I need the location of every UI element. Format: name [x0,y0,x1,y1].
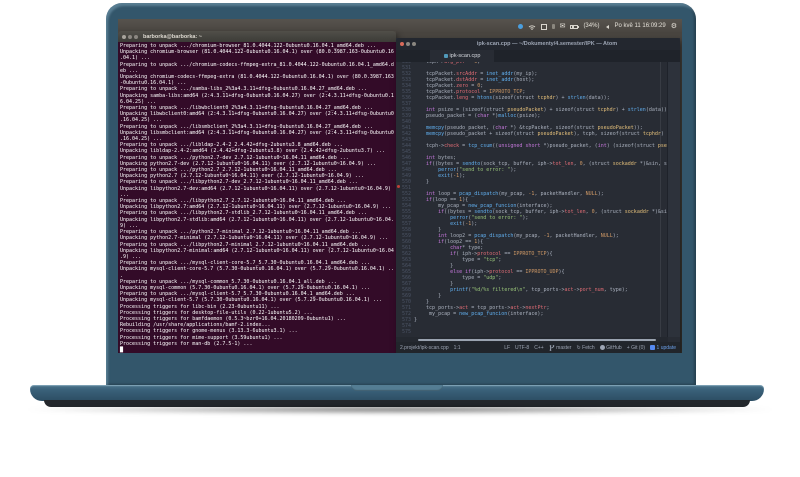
terminal-titlebar[interactable]: barborka@barborka: ~ [118,31,396,42]
cpp-file-icon [443,54,448,58]
code-line[interactable]: 542 memcpy(pseudo_packet + sizeof(struct… [396,131,680,137]
branch-icon [549,344,554,351]
status-file-path[interactable]: 2.projekt/ipk-scan.cpp [400,345,449,351]
battery-percent: (34%) [583,23,600,29]
terminal-line: Unpacking libldap-2.4-2:amd64 (2.4.42+df… [120,148,385,155]
code-line[interactable]: 575 [396,329,680,335]
status-language[interactable]: C++ [534,345,543,351]
update-icon [650,345,656,350]
status-branch[interactable]: master [549,344,571,351]
lid-notch [351,385,443,391]
status-encoding[interactable]: UTF-8 [515,345,529,351]
laptop-base [30,385,764,401]
desktop: ✉ (34%) Po kvě 11 16:09:29 ⚙ barborka@ba… [118,19,682,353]
session-gear-icon[interactable]: ⚙ [671,23,677,30]
terminal-minimize-button[interactable] [128,34,132,39]
terminal-line: Unpacking python2.7-minimal (2.7.12-1ubu… [120,235,388,242]
code-line[interactable]: 544 tcph->check = tcp_csum((unsigned sho… [396,143,680,149]
atom-status-bar: 2.projekt/ipk-scan.cpp 1:1 LF UTF-8 C++ … [396,342,680,353]
atom-tab-bar: ipk-scan.cpp [396,50,680,62]
wrap-guide [660,62,661,337]
status-fetch[interactable]: ↻ Fetch [576,345,594,351]
terminal-maximize-button[interactable] [134,34,138,39]
github-icon [599,345,605,350]
drop-shadow [28,405,772,414]
status-github[interactable]: GitHub [599,345,622,351]
terminal-title: barborka@barborka: ~ [143,33,203,40]
terminal-line: Preparing to unpack .../samba-libs_2%3a4… [120,86,367,93]
terminal-output[interactable]: Preparing to unpack .../chromium-browser… [118,42,396,353]
system-tray: ✉ (34%) Po kvě 11 16:09:29 ⚙ [517,21,677,32]
terminal-line: █ [120,346,124,353]
terminal-line: Unpacking libpython2.7-stdlib:amd64 (2.7… [120,216,394,223]
terminal-line: Unpacking libpython2.7-dev:amd64 (2.7.12… [120,185,391,192]
terminal-line: Unpacking mysql-client-core-5.7 (5.7.30-… [120,266,394,273]
keyboard-indicator-icon[interactable] [540,23,547,30]
terminal-line: Preparing to unpack .../libpython2.7-dev… [120,179,358,186]
terminal-line: Preparing to unpack .../chromium-codecs-… [120,61,394,68]
laptop-lid: ✉ (34%) Po kvě 11 16:09:29 ⚙ barborka@ba… [106,3,696,385]
atom-minimize-button[interactable] [406,42,410,46]
atom-title: ipk-scan.cpp — ~/Dokumenty/4.semester/IP… [476,41,618,47]
volume-icon[interactable] [604,24,610,29]
git-plus-icon: + [626,344,630,351]
laptop-mockup: ✉ (34%) Po kvě 11 16:09:29 ⚙ barborka@ba… [0,0,800,477]
mail-icon[interactable]: ✉ [560,23,566,30]
terminal-close-button[interactable] [122,34,126,39]
atom-maximize-button[interactable] [412,42,416,46]
terminal-line: Unpacking mysql-client-5.7 (5.7.30-0ubun… [120,297,382,304]
status-cursor-position[interactable]: 1:1 [454,345,461,351]
terminal-line: Preparing to unpack .../libpython2.7-min… [120,241,370,248]
code-editor[interactable]: 530 tcph->urg_ptr = 0; 531 532 tcpPacket.s… [396,62,680,337]
clock[interactable]: Po kvě 11 16:09:29 [614,21,665,32]
status-updates[interactable]: 1 update [650,345,676,351]
terminal-line: Unpacking libpython2.7-minimal:amd64 (2.… [120,247,394,254]
terminal-line: Unpacking samba-libs:amd64 (2:4.3.11+dfs… [120,92,394,99]
atom-close-button[interactable] [400,42,404,46]
status-line-ending[interactable]: LF [504,345,510,351]
status-git-tab[interactable]: + Git (0) [627,345,645,351]
tab-label: ipk-scan.cpp [449,53,481,59]
battery-icon[interactable] [570,24,580,29]
bluetooth-icon[interactable] [551,24,555,29]
code-lines: 530 tcph->urg_ptr = 0; 531 532 tcpPacket.s… [396,62,680,335]
terminal-window: barborka@barborka: ~ Preparing to unpack… [118,31,396,353]
terminal-line: Preparing to unpack .../libsmbclient_2%3… [120,123,373,130]
sync-icon: ↻ [576,344,581,351]
horizontal-scrollbar-thumb[interactable] [418,339,656,341]
tab-ipk-scan[interactable]: ipk-scan.cpp [430,50,494,62]
terminal-line: Preparing to unpack .../libpython2.7-std… [120,210,367,217]
editor-scrollbar-track[interactable] [667,62,680,337]
atom-window: ipk-scan.cpp — ~/Dokumenty/4.semester/IP… [396,38,680,353]
line-number: 575 [401,329,411,335]
terminal-line: Unpacking chromium-browser (81.0.4044.12… [120,49,394,56]
git-modified-marker [397,185,400,188]
app-indicator-icon[interactable] [517,24,523,29]
wifi-icon[interactable] [528,24,536,30]
atom-titlebar[interactable]: ipk-scan.cpp — ~/Dokumenty/4.semester/IP… [396,38,680,50]
